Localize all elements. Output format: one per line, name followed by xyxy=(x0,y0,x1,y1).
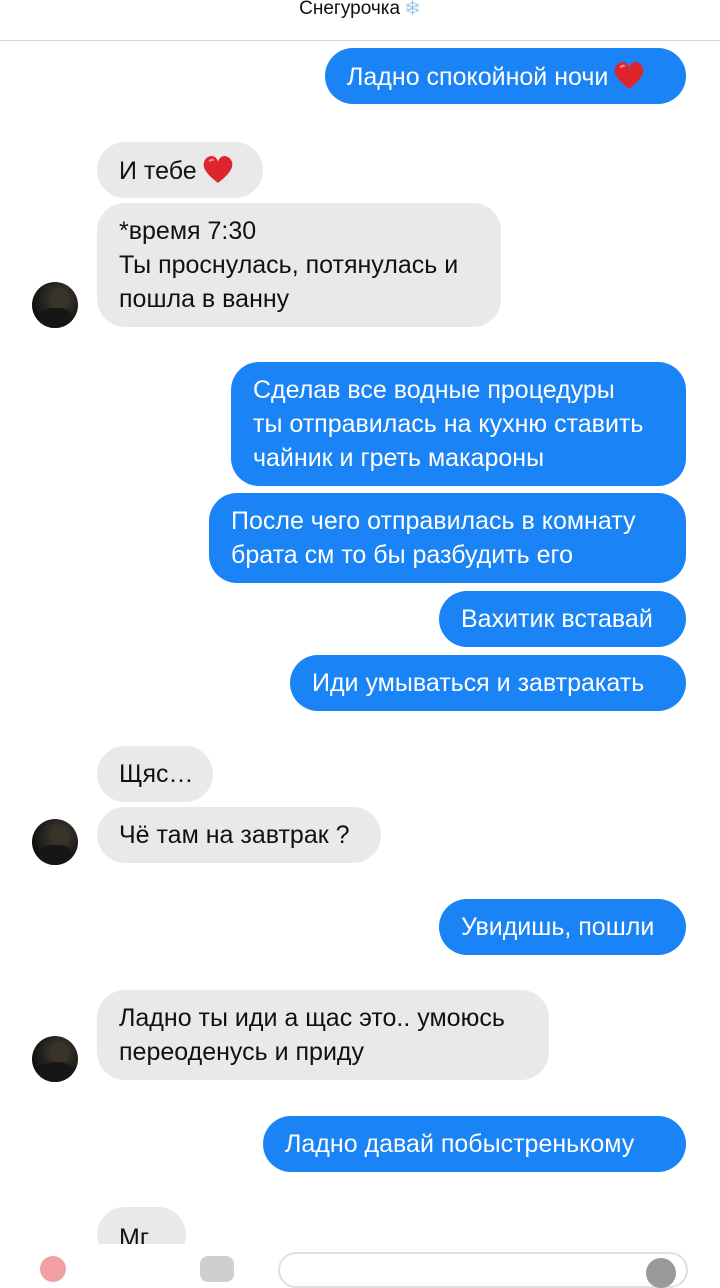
message-bubble-incoming[interactable]: Чё там на завтрак ? xyxy=(97,807,381,863)
message-input[interactable] xyxy=(278,1252,688,1288)
heart-emoji-icon xyxy=(203,155,232,183)
message-bubble-outgoing[interactable]: Вахитик вставай xyxy=(439,591,686,647)
message-text: Щяс… xyxy=(119,760,194,788)
contact-avatar[interactable] xyxy=(32,282,78,328)
apps-icon[interactable] xyxy=(200,1256,234,1282)
message-text: Ладно давай побыстренькому xyxy=(285,1130,635,1158)
contact-name-container[interactable]: Снегурочка ❄ xyxy=(299,0,421,20)
contact-avatar[interactable] xyxy=(32,819,78,865)
message-line: Сделав все водные процедуры xyxy=(253,376,615,404)
message-bubble-outgoing[interactable]: Увидишь, пошли xyxy=(439,899,686,955)
message-text: Чё там на завтрак ? xyxy=(119,821,350,849)
message-bubble-outgoing[interactable]: После чего отправилась в комнату брата с… xyxy=(209,493,686,583)
message-line: переоденусь и приду xyxy=(119,1038,364,1066)
message-bubble-incoming[interactable]: *время 7:30 Ты проснулась, потянулась и … xyxy=(97,203,501,327)
message-text: Вахитик вставай xyxy=(461,605,653,633)
message-line: пошла в ванну xyxy=(119,285,290,313)
microphone-icon[interactable] xyxy=(646,1258,676,1288)
message-text: Увидишь, пошли xyxy=(461,913,655,941)
message-line: ты отправилась на кухню ставить xyxy=(253,410,644,438)
message-bubble-outgoing[interactable]: Иди умываться и завтракать xyxy=(290,655,686,711)
message-bubble-incoming[interactable]: Щяс… xyxy=(97,746,213,802)
message-text: Иди умываться и завтракать xyxy=(312,669,645,697)
snowflake-icon: ❄ xyxy=(404,0,421,20)
message-line: *время 7:30 xyxy=(119,217,257,245)
message-text: И тебе xyxy=(119,156,197,185)
message-bubble-incoming[interactable]: И тебе xyxy=(97,142,263,198)
contact-avatar[interactable] xyxy=(32,1036,78,1082)
heart-emoji-icon xyxy=(615,61,644,89)
message-bubble-incoming[interactable]: Ладно ты иди а щас это.. умоюсь переоден… xyxy=(97,990,549,1080)
message-bubble-outgoing[interactable]: Ладно давай побыстренькому xyxy=(263,1116,686,1172)
message-bubble-outgoing[interactable]: Ладно спокойной ночи xyxy=(325,48,686,104)
message-line: брата см то бы разбудить его xyxy=(231,541,573,569)
camera-icon[interactable] xyxy=(40,1256,66,1282)
message-line: После чего отправилась в комнату xyxy=(231,507,636,535)
message-line: чайник и греть макароны xyxy=(253,444,545,472)
chat-header: Снегурочка ❄ xyxy=(0,0,720,41)
message-line: Ладно ты иди а щас это.. умоюсь xyxy=(119,1004,505,1032)
message-bubble-outgoing[interactable]: Сделав все водные процедуры ты отправила… xyxy=(231,362,686,486)
contact-name: Снегурочка xyxy=(299,0,401,19)
message-line: Ты проснулась, потянулась и xyxy=(119,251,459,279)
message-text: Ладно спокойной ночи xyxy=(347,62,609,91)
